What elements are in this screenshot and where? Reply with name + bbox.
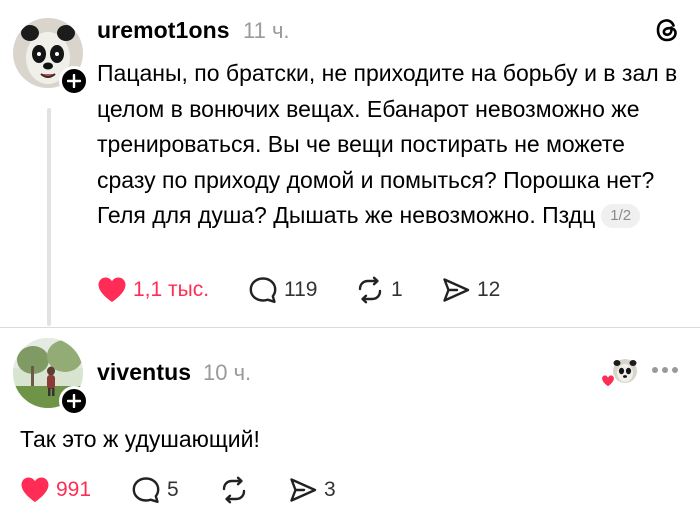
share-icon [443,278,470,302]
heart-icon [98,277,126,302]
repost-button[interactable]: 1 [355,276,403,304]
like-button[interactable]: 1,1 тыс. [97,276,209,303]
more-icon [652,367,658,373]
repost-count: 1 [391,278,403,301]
share-count: 12 [477,278,501,301]
heart-icon [21,477,49,502]
reply-comment-count: 5 [167,478,179,501]
like-count: 1,1 тыс. [133,277,210,301]
heart-icon [600,374,616,388]
reply-comment-button[interactable]: 5 [131,476,179,504]
reply-like-button[interactable]: 991 [20,476,91,503]
reply-share-count: 3 [324,478,336,501]
post-body: Пацаны, по братски, не приходите на борь… [97,56,687,234]
reply-body: Так это ж удушающий! [20,426,260,452]
repost-icon [222,476,246,504]
threads-logo-icon[interactable] [653,16,681,44]
post-username[interactable]: uremot1ons [97,17,230,44]
more-options-button[interactable] [652,367,678,373]
comment-count: 119 [284,278,318,301]
post-text: Пацаны, по братски, не приходите на борь… [97,60,678,228]
liked-by-author-indicator [600,357,640,389]
post-divider [0,327,700,328]
post-timestamp: 11 ч. [243,18,290,43]
share-icon [290,478,317,502]
reply-like-count: 991 [56,477,92,501]
repost-icon [358,276,382,304]
follow-plus-button[interactable] [59,66,89,96]
reply-repost-button[interactable] [219,476,249,504]
comment-icon [249,277,277,303]
page-indicator-badge: 1/2 [601,204,641,228]
share-button[interactable]: 12 [441,276,500,304]
reply-username[interactable]: viventus [97,359,191,386]
reply-follow-plus-button[interactable] [59,386,89,416]
plus-icon [67,74,81,88]
plus-icon [67,394,81,408]
comment-button[interactable]: 119 [248,276,317,304]
reply-timestamp: 10 ч. [203,360,252,385]
comment-icon [132,477,160,503]
reply-share-button[interactable]: 3 [288,476,336,504]
thread-connector-line [47,108,51,326]
